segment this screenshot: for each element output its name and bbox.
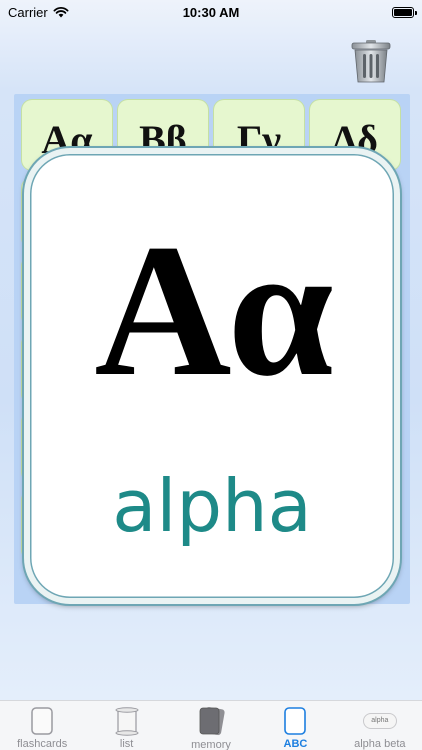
tab-list[interactable]: list bbox=[84, 701, 168, 750]
tab-memory[interactable]: memory bbox=[169, 701, 253, 750]
trash-button[interactable] bbox=[348, 38, 394, 84]
flashcard-outline-icon bbox=[31, 706, 53, 735]
card-letter-name: alpha bbox=[112, 464, 312, 548]
tab-flashcards[interactable]: flashcards bbox=[0, 701, 84, 750]
tab-label: list bbox=[119, 738, 134, 750]
battery-icon bbox=[392, 6, 417, 18]
letter-card[interactable]: Αα alpha bbox=[24, 148, 400, 604]
status-bar: Carrier 10:30 AM bbox=[0, 0, 422, 24]
status-time: 10:30 AM bbox=[182, 4, 240, 20]
tab-alpha-beta[interactable]: alpha alpha beta bbox=[338, 701, 422, 750]
tab-bar: flashcards list memory ABC alpha alpha b… bbox=[0, 700, 422, 750]
card-outline-icon bbox=[284, 706, 307, 735]
card-letters: Αα bbox=[94, 206, 333, 416]
tab-label: ABC bbox=[283, 738, 308, 750]
tab-abc[interactable]: ABC bbox=[253, 701, 337, 750]
tab-label: memory bbox=[191, 739, 231, 750]
scroll-icon bbox=[115, 706, 139, 736]
alpha-pill-icon: alpha bbox=[362, 712, 397, 729]
card-stack-icon bbox=[199, 707, 225, 736]
tab-label: alpha beta bbox=[354, 738, 406, 750]
trash-can-icon bbox=[351, 40, 391, 83]
tab-label: flashcards bbox=[17, 738, 68, 750]
letter-card-face: Αα alpha bbox=[30, 154, 394, 598]
